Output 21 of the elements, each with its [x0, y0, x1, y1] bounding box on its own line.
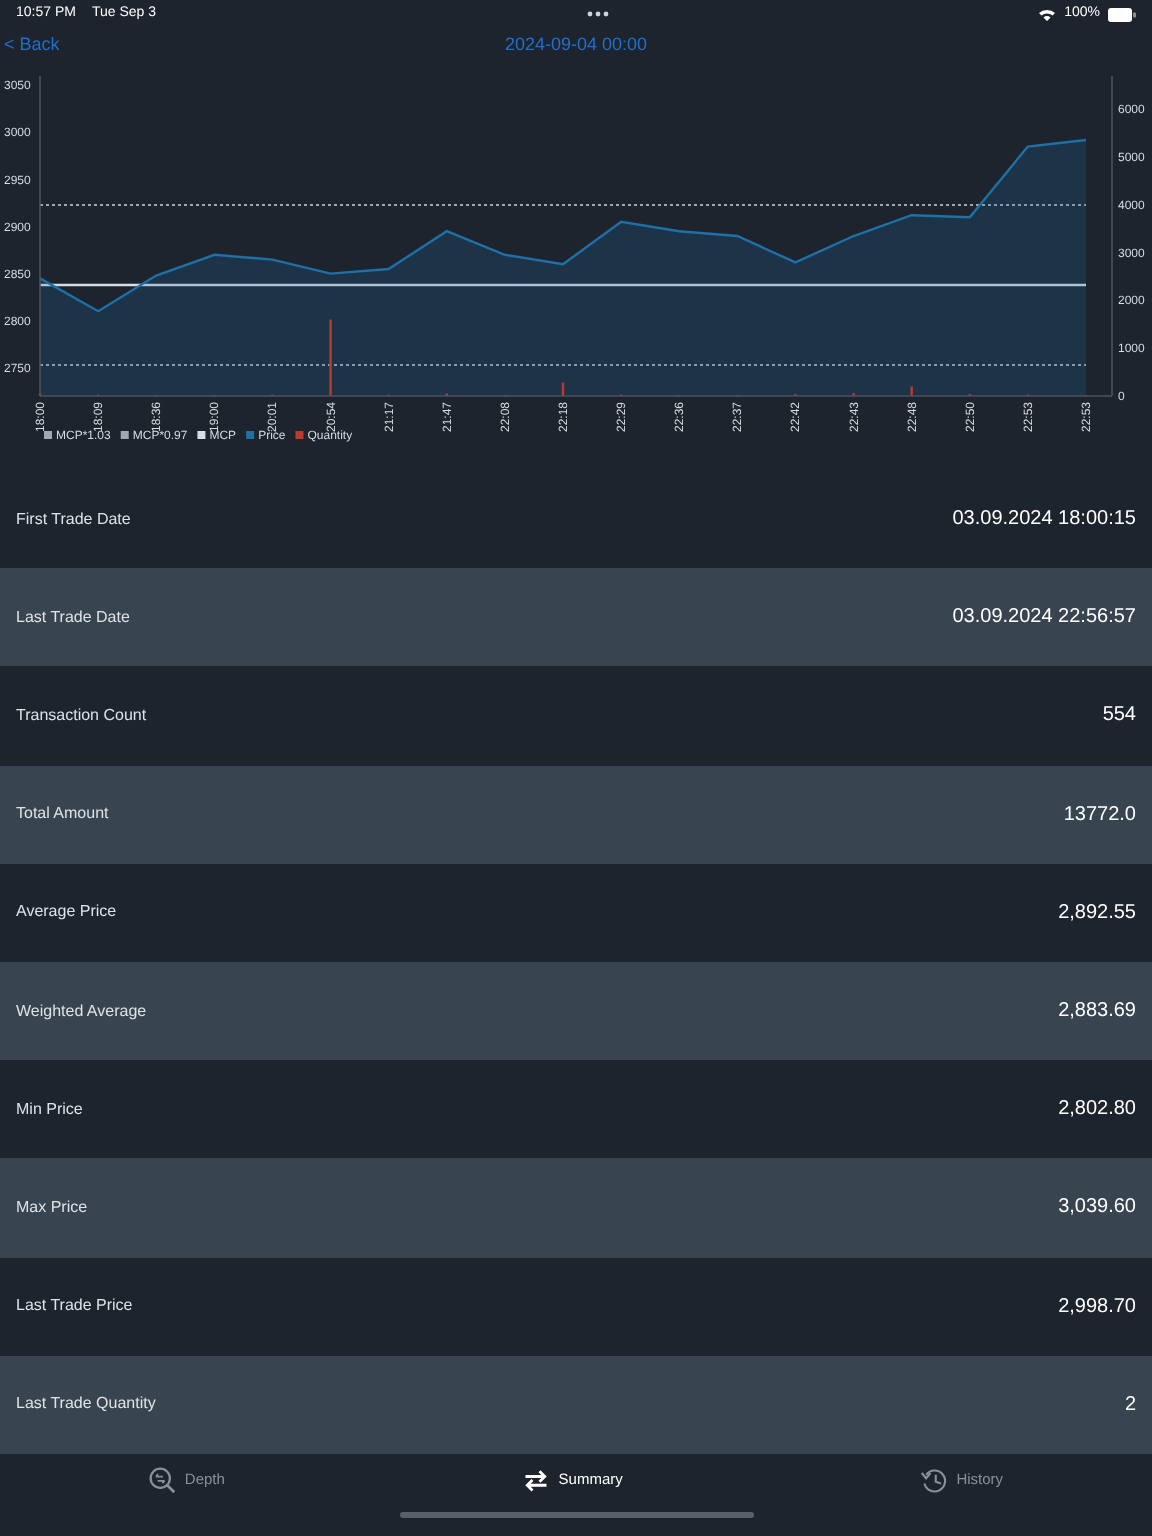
stat-value: 2,802.80: [1058, 1096, 1136, 1125]
page-title: 2024-09-04 00:00: [504, 32, 648, 59]
stat-label: Last Trade Price: [16, 1294, 133, 1319]
stat-value: 2,892.55: [1058, 899, 1136, 928]
stat-label: Average Price: [16, 900, 117, 925]
stat-label: Max Price: [16, 1195, 88, 1220]
stat-label: Weighted Average: [16, 999, 147, 1024]
stat-label: Total Amount: [16, 802, 109, 827]
stat-value: 3,039.60: [1058, 1194, 1136, 1223]
stat-value: 554: [1102, 702, 1136, 731]
stat-value: 03.09.2024 18:00:15: [952, 506, 1136, 535]
stat-value: 2,998.70: [1058, 1293, 1136, 1322]
stat-label: First Trade Date: [16, 507, 131, 532]
stat-label: Last Trade Quantity: [16, 1392, 156, 1417]
stat-value: 2,883.69: [1058, 998, 1136, 1027]
stat-value: 2: [1124, 1391, 1136, 1420]
stat-label: Last Trade Date: [16, 605, 130, 630]
stat-value: 03.09.2024 22:56:57: [952, 604, 1136, 633]
stat-value: 13772.0: [1063, 801, 1136, 830]
stat-label: Min Price: [16, 1097, 83, 1122]
stat-label: Transaction Count: [16, 703, 147, 728]
